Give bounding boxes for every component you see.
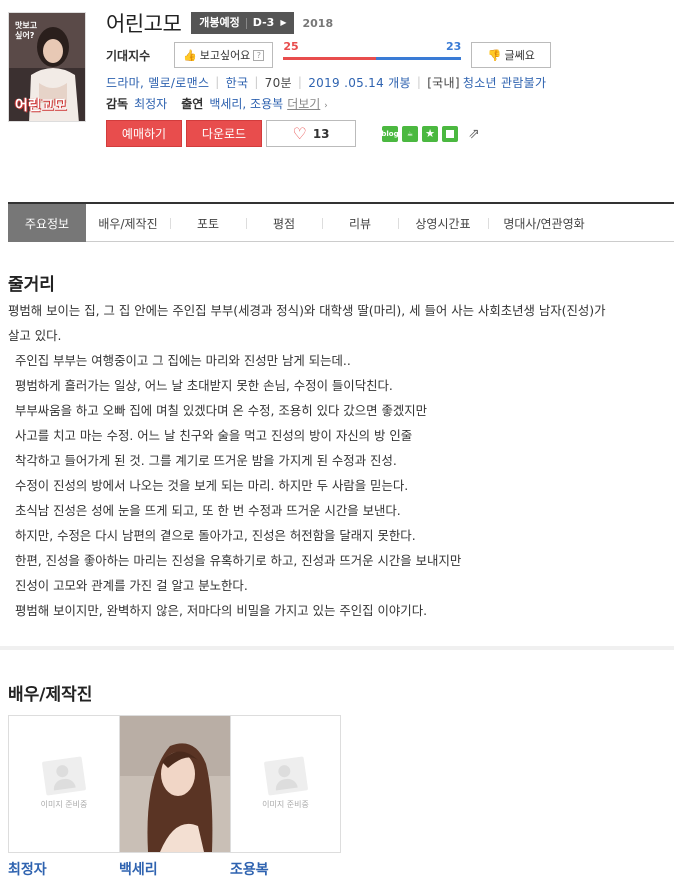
cast-card[interactable]: 이미지 준비중 조용복 (230, 715, 341, 879)
expectation-row: 기대지수 👍 보고싶어요 ? 25 23 👎 글쎄요 (106, 40, 674, 68)
cast-label: 출연 (181, 96, 204, 111)
synopsis-line: 부부싸움을 하고 오빠 집에 며칠 있겠다며 온 수정, 조용히 있다 갔으면 … (15, 403, 428, 418)
synopsis-line: 살고 있다. (8, 328, 62, 343)
release-year: 2018 (302, 16, 334, 30)
movie-title: 어린고모 (106, 12, 182, 36)
tab-bar: 주요정보 배우/제작진 포토 평점 리뷰 상영시간표 명대사/연관영화 (8, 202, 674, 242)
meta-divider: | (254, 75, 259, 89)
blog-share-icon[interactable]: blog (381, 125, 399, 142)
synopsis-heading: 줄거리 (8, 275, 55, 295)
cast-name[interactable]: 백세리 (119, 859, 230, 879)
synopsis-line: 진성이 고모와 관계를 가진 걸 알고 분노한다. (15, 578, 248, 593)
ratio-bar-fill (283, 57, 376, 60)
not-sure-button[interactable]: 👎 글쎄요 (471, 42, 552, 68)
cast-photo (119, 715, 230, 853)
person-placeholder-icon (263, 755, 308, 796)
movie-poster[interactable]: 맛보고 싶어? 어린고모 (8, 12, 86, 122)
thumb-down-icon: 👎 (487, 48, 502, 62)
cast-link[interactable]: 백세리, 조용복 (209, 95, 283, 112)
director-link[interactable]: 최정자 (134, 95, 167, 112)
cast-photo-placeholder: 이미지 준비중 (230, 715, 341, 853)
tab-review[interactable]: 리뷰 (322, 204, 398, 242)
want-to-see-button[interactable]: 👍 보고싶어요 ? (174, 42, 274, 68)
heart-icon: ♡ (292, 124, 307, 143)
synopsis-line: 사고를 치고 마는 수정. 어느 날 친구와 술을 먹고 진성의 방이 자신의 … (15, 428, 413, 443)
thumb-up-icon: 👍 (183, 48, 197, 62)
person-placeholder-icon (41, 755, 87, 796)
poster-tagline: 맛보고 싶어? (15, 21, 38, 40)
star-share-icon[interactable]: ★ (422, 125, 438, 142)
cast-card[interactable]: 백세리 (119, 715, 230, 879)
synopsis-line: 수정이 진성의 방에서 나오는 것을 보게 되는 마리. 하지만 두 사람을 믿… (15, 478, 409, 493)
synopsis-line: 한편, 진성을 좋아하는 마리는 진성을 유혹하기로 하고, 진성과 뜨거운 시… (15, 553, 462, 568)
actor-portrait (120, 716, 230, 852)
more-link[interactable]: 더보기 › (287, 95, 328, 112)
credits-row: 감독 최정자 출연 백세리, 조용복 더보기 › (106, 92, 674, 114)
dislike-count: 23 (446, 40, 462, 53)
tab-photo[interactable]: 포토 (170, 204, 246, 242)
memo-share-icon[interactable] (442, 125, 458, 142)
synopsis-line: 평범해 보이지만, 완벽하지 않은, 저마다의 비밀을 가지고 있는 주인집 이… (15, 603, 428, 618)
tab-showtimes[interactable]: 상영시간표 (398, 204, 488, 242)
cast-photo-placeholder: 이미지 준비중 (8, 715, 119, 853)
badge-dday: D-3 (252, 16, 275, 29)
share-icons: blog ☕ ★ ⇗ (381, 125, 480, 142)
cast-name[interactable]: 최정자 (8, 859, 119, 879)
synopsis-text: 평범해 보이는 집, 그 집 안에는 주인집 부부(세경과 정식)와 대학생 딸… (8, 298, 674, 623)
placeholder-text: 이미지 준비중 (40, 799, 88, 809)
runtime: 70분 (264, 75, 292, 90)
tab-rating[interactable]: 평점 (246, 204, 322, 242)
meta-divider: | (215, 75, 220, 89)
cafe-share-icon[interactable]: ☕ (402, 125, 418, 142)
section-divider (0, 646, 674, 650)
synopsis-line: 착각하고 들어가게 된 것. 그를 계기로 뜨거운 밤을 가지게 된 수정과 진… (15, 453, 397, 468)
synopsis-line: 하지만, 수정은 다시 남편의 곁으로 돌아가고, 진성은 허전함을 달래지 못… (15, 528, 416, 543)
release-badge[interactable]: 개봉예정 D-3 ▶ (191, 12, 295, 34)
like-count: 13 (312, 126, 330, 141)
more-label: 더보기 (287, 96, 321, 111)
movie-meta: 드라마, 멜로/로맨스 | 한국 | 70분 | 2019 .05.14 개봉 … (106, 72, 674, 92)
chevron-right-icon: ▶ (280, 18, 287, 27)
expectation-label: 기대지수 (106, 48, 151, 63)
ratio-bar (283, 57, 462, 60)
release-date-link[interactable]: 2019 .05.14 개봉 (308, 74, 411, 91)
action-row: 예매하기 다운로드 ♡ 13 blog ☕ ★ ⇗ (106, 120, 674, 147)
meta-divider: | (297, 75, 303, 89)
tab-quotes-related[interactable]: 명대사/연관영화 (488, 204, 600, 242)
like-button[interactable]: ♡ 13 (266, 120, 356, 147)
country-link[interactable]: 한국 (226, 74, 249, 91)
genre-link[interactable]: 드라마, 멜로/로맨스 (106, 74, 209, 91)
cast-heading: 배우/제작진 (8, 685, 93, 705)
placeholder-text: 이미지 준비중 (262, 799, 309, 809)
meta-divider: | (416, 75, 422, 89)
rating-link[interactable]: 청소년 관람불가 (463, 74, 547, 91)
want-to-see-label: 보고싶어요 (199, 49, 251, 62)
expectation-bar: 25 23 (283, 40, 462, 68)
synopsis-line: 초식남 진성은 성에 눈을 뜨게 되고, 또 한 번 수정과 뜨거운 시간을 보… (15, 503, 401, 518)
download-button[interactable]: 다운로드 (186, 120, 262, 147)
poster-title: 어린고모 (15, 98, 67, 114)
synopsis-line: 평범하게 흘러가는 일상, 어느 날 초대받지 못한 손님, 수정이 들이닥친다… (15, 378, 393, 393)
synopsis-line: 평범해 보이는 집, 그 집 안에는 주인집 부부(세경과 정식)와 대학생 딸… (8, 303, 606, 318)
synopsis-line: 주인집 부부는 여행중이고 그 집에는 마리와 진성만 남게 되는데.. (15, 353, 351, 368)
chevron-right-icon: › (324, 100, 328, 111)
reserve-button[interactable]: 예매하기 (106, 120, 182, 147)
cast-grid: 이미지 준비중 최정자 백세리 이미지 준비중 조용복 (8, 715, 341, 879)
share-icon[interactable]: ⇗ (468, 126, 480, 142)
help-icon[interactable]: ? (253, 49, 265, 61)
badge-status: 개봉예정 (199, 16, 240, 29)
badge-divider (245, 17, 247, 29)
tab-main-info[interactable]: 주요정보 (8, 204, 86, 242)
not-sure-label: 글쎄요 (504, 49, 535, 62)
director-label: 감독 (106, 96, 129, 111)
cast-name[interactable]: 조용복 (230, 859, 341, 879)
tab-cast[interactable]: 배우/제작진 (86, 204, 170, 242)
want-count: 25 (283, 40, 299, 53)
cast-card[interactable]: 이미지 준비중 최정자 (8, 715, 119, 879)
rating-prefix: [국내] (427, 75, 460, 90)
movie-header: 어린고모 개봉예정 D-3 ▶ 2018 기대지수 👍 보고싶어요 ? 25 2… (106, 8, 674, 147)
